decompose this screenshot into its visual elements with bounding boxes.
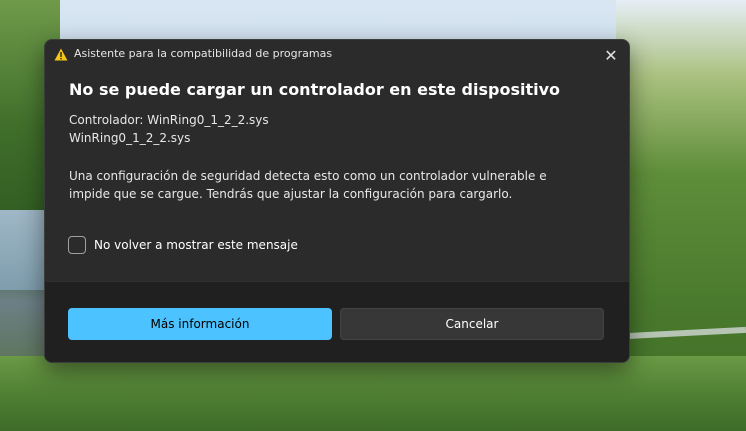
title-bar[interactable]: Asistente para la compatibilidad de prog… [45,40,629,70]
warning-icon [54,48,68,61]
close-icon: ✕ [604,45,618,65]
more-info-button[interactable]: Más información [68,308,332,340]
dialog-heading: No se puede cargar un controlador en est… [69,80,561,99]
dialog-footer: Más información Cancelar [45,281,629,362]
dont-show-again-label[interactable]: No volver a mostrar este mensaje [94,238,298,252]
description-text: Una configuración de seguridad detecta e… [69,169,547,201]
compatibility-dialog: Asistente para la compatibilidad de prog… [44,39,630,363]
close-button[interactable]: ✕ [599,44,623,66]
driver-file: WinRing0_1_2_2.sys [69,131,191,145]
desktop-background: Asistente para la compatibilidad de prog… [0,0,746,431]
cancel-button[interactable]: Cancelar [340,308,604,340]
dont-show-again-checkbox[interactable] [68,236,86,254]
driver-name: Controlador: WinRing0_1_2_2.sys [69,113,269,127]
window-title: Asistente para la compatibilidad de prog… [74,47,333,60]
dont-show-again-row[interactable]: No volver a mostrar este mensaje [68,236,298,254]
landscape-bottom [0,356,746,431]
